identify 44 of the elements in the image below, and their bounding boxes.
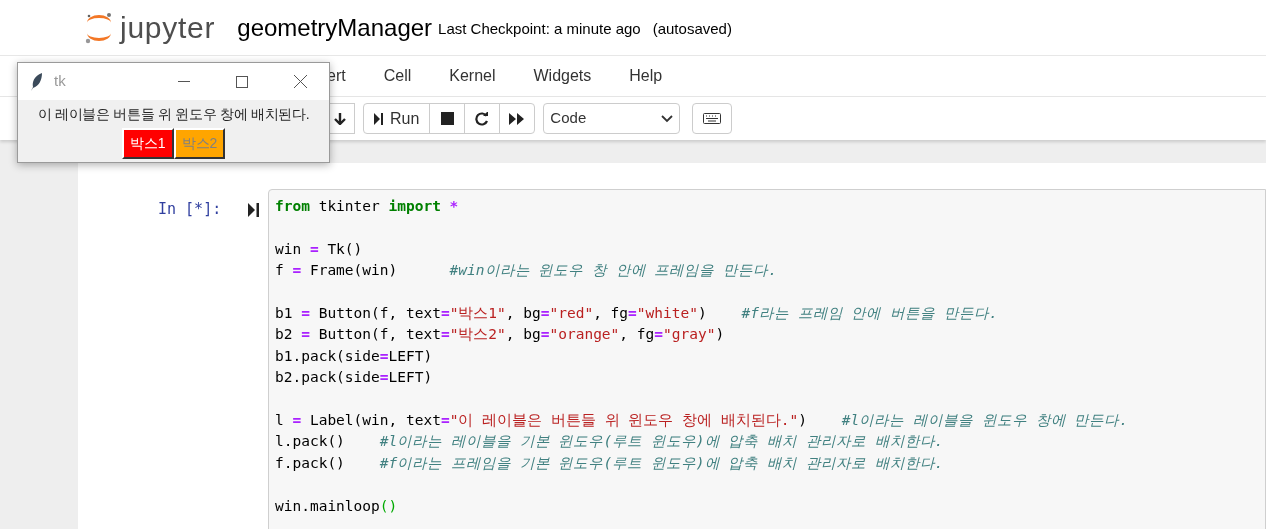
jupyter-logo-icon bbox=[84, 10, 114, 45]
window-label: 이 레이블은 버튼들 위 윈도우 창에 배치된다. bbox=[37, 105, 310, 124]
arrow-down-icon bbox=[334, 112, 346, 125]
menu-item[interactable]: Help bbox=[615, 64, 677, 88]
menu-item[interactable]: Widgets bbox=[519, 64, 606, 88]
chevron-down-icon bbox=[661, 114, 674, 123]
restart-icon bbox=[475, 111, 490, 126]
run-all-button[interactable] bbox=[499, 103, 536, 134]
running-indicator-icon bbox=[248, 203, 260, 217]
minimize-icon bbox=[178, 80, 190, 83]
fast-forward-icon bbox=[509, 112, 526, 125]
stop-icon bbox=[440, 112, 454, 125]
code-line: b1 = Button(f, text="박스1", bg="red", fg="white") #f라는 프레임 안에 버튼을 만든다. bbox=[275, 304, 998, 323]
code-line: from tkinter import * bbox=[275, 197, 459, 216]
stop-button[interactable] bbox=[429, 103, 466, 134]
cell-type-select[interactable]: Code bbox=[543, 103, 681, 134]
code-line: b2 = Button(f, text="박스2", bg="orange", fg="gray") bbox=[275, 325, 725, 345]
feather-icon bbox=[30, 71, 44, 92]
maximize-icon bbox=[236, 75, 248, 88]
keyboard-icon bbox=[703, 113, 722, 124]
logo-text: jupyter bbox=[120, 10, 216, 46]
code-editor[interactable] bbox=[268, 189, 1266, 529]
restart-button[interactable] bbox=[464, 103, 501, 134]
run-button[interactable]: Run bbox=[363, 103, 431, 134]
menu-item[interactable]: Cell bbox=[369, 64, 426, 88]
keyboard-button[interactable] bbox=[692, 103, 733, 134]
tk-button[interactable]: 박스1 bbox=[121, 128, 174, 159]
cell-prompt: In [*]: bbox=[158, 199, 223, 220]
window-title: tk bbox=[54, 71, 66, 92]
close-icon bbox=[293, 75, 307, 88]
code-line: f.pack() #f이라는 프레임을 기본 윈도우(루트 윈도우)에 압축 배치 관리자로 배치한다. bbox=[275, 453, 944, 473]
step-icon bbox=[374, 112, 384, 125]
code-line: win = Tk() bbox=[275, 239, 363, 259]
code-line: l = Label(win, text="이 레이블은 버튼들 위 윈도우 창에 배치된다.") #l이라는 레이블을 윈도우 창에 만든다. bbox=[275, 411, 1128, 430]
code-line: win.mainloop() bbox=[275, 496, 398, 516]
notebook-name[interactable]: geometryManager bbox=[237, 9, 433, 46]
code-line: l.pack() #l이라는 레이블을 기본 윈도우(루트 윈도우)에 압축 배치 관리자로 배치한다. bbox=[275, 432, 944, 452]
code-line: b2.pack(side=LEFT) bbox=[275, 368, 433, 388]
jupyter-logo[interactable]: jupyter bbox=[84, 5, 216, 50]
menu-item[interactable]: Kernel bbox=[435, 64, 510, 88]
autosave-status: (autosaved) bbox=[652, 19, 732, 40]
code-line: f = Frame(win) #win이라는 윈도우 창 안에 프레임을 만든다. bbox=[275, 261, 777, 281]
code-line: b1.pack(side=LEFT) bbox=[275, 346, 433, 366]
checkpoint-status: Last Checkpoint: a minute ago bbox=[438, 19, 641, 40]
